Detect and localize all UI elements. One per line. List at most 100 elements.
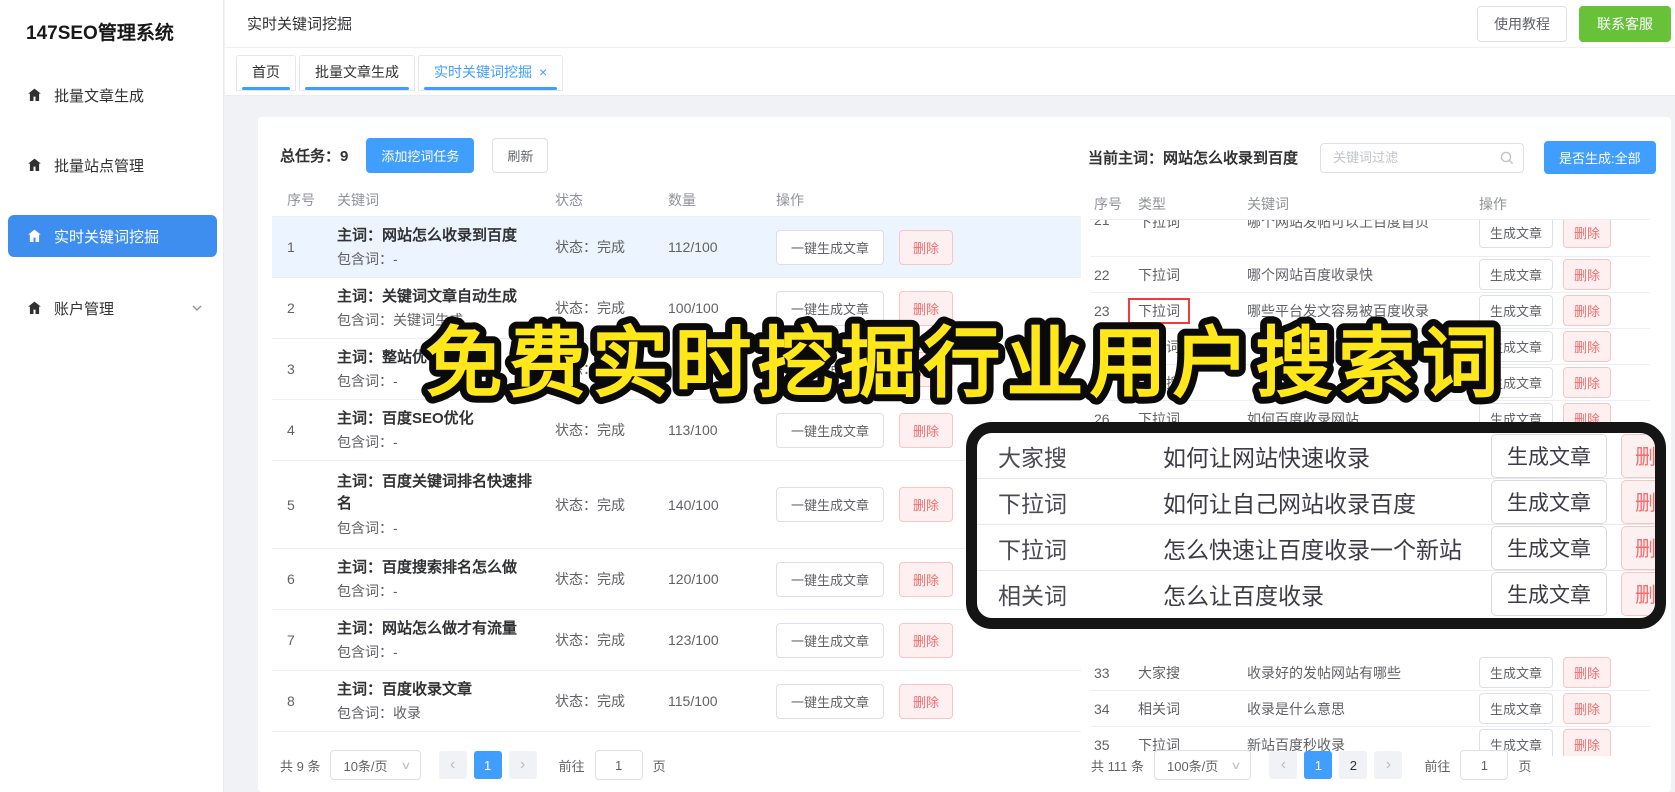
close-icon[interactable]: × bbox=[539, 64, 547, 80]
delete-button[interactable]: 删除 bbox=[1621, 433, 1655, 478]
generate-article-button[interactable]: 生成文章 bbox=[1479, 367, 1554, 398]
delete-button[interactable]: 删除 bbox=[1563, 729, 1612, 756]
contact-support-button[interactable]: 联系客服 bbox=[1579, 5, 1671, 42]
delete-button[interactable]: 删除 bbox=[899, 683, 954, 719]
generate-article-button[interactable]: 一键生成文章 bbox=[776, 561, 885, 597]
column-header: 序号 bbox=[1094, 196, 1122, 212]
delete-button[interactable]: 删除 bbox=[1563, 331, 1612, 362]
delete-button[interactable]: 删除 bbox=[1563, 220, 1612, 248]
page-button-1[interactable]: 1 bbox=[473, 751, 502, 779]
generate-filter-button[interactable]: 是否生成:全部 bbox=[1544, 141, 1656, 174]
prev-page-button[interactable]: ‹ bbox=[438, 751, 467, 779]
delete-button[interactable]: 删除 bbox=[1563, 693, 1612, 724]
generate-article-button[interactable]: 生成文章 bbox=[1479, 693, 1554, 724]
page-suffix: 页 bbox=[1518, 758, 1532, 774]
generate-article-button[interactable]: 生成文章 bbox=[1491, 479, 1607, 524]
generate-article-button[interactable]: 生成文章 bbox=[1479, 220, 1554, 248]
tasks-table: 序号 关键词 状态 数量 操作 1 主词：网站怎么收录到百度 包含词：- 状态：完… bbox=[272, 183, 1081, 732]
delete-button[interactable]: 删除 bbox=[899, 561, 954, 597]
generate-article-button[interactable]: 生成文章 bbox=[1491, 433, 1607, 478]
generate-article-button[interactable]: 一键生成文章 bbox=[776, 229, 885, 265]
column-header: 类型 bbox=[1138, 196, 1166, 212]
tutorial-button[interactable]: 使用教程 bbox=[1477, 5, 1567, 42]
tasks-pagination: 共 9 条 10条/页 ∨ ‹ 1 › 前往 页 bbox=[280, 750, 666, 780]
page-size-select[interactable]: 10条/页 ∨ bbox=[330, 750, 421, 780]
search-icon bbox=[1500, 151, 1514, 164]
home-icon bbox=[28, 158, 41, 171]
generate-article-button[interactable]: 一键生成文章 bbox=[776, 412, 885, 448]
sidebar-item-account[interactable]: 账户管理 bbox=[8, 287, 217, 329]
generate-article-button[interactable]: 一键生成文章 bbox=[776, 683, 885, 719]
generate-article-button[interactable]: 生成文章 bbox=[1479, 295, 1554, 326]
pagination-total: 共 111 条 bbox=[1091, 758, 1144, 774]
delete-button[interactable]: 删除 bbox=[899, 351, 954, 387]
task-row: 5 主词：百度关键词排名快速排名 包含词：- 状态：完成 140/100 一键生成… bbox=[272, 461, 1081, 549]
delete-button[interactable]: 删除 bbox=[1621, 479, 1655, 524]
tab-batch-article[interactable]: 批量文章生成 bbox=[299, 55, 415, 91]
keyword-row: 22 下拉词 哪个网站百度收录快 生成文章 删除 bbox=[1090, 257, 1650, 293]
delete-button[interactable]: 删除 bbox=[1621, 572, 1655, 616]
generate-article-button[interactable]: 生成文章 bbox=[1479, 259, 1554, 290]
goto-page-input[interactable] bbox=[1460, 750, 1509, 780]
callout-row: 相关词 怎么让百度收录 生成文章 删除 bbox=[977, 571, 1655, 617]
page-button-2[interactable]: 2 bbox=[1339, 751, 1368, 779]
tab-bar: 首页 批量文章生成 实时关键词挖掘 × bbox=[225, 48, 1675, 96]
generate-article-button[interactable]: 一键生成文章 bbox=[776, 622, 885, 658]
sidebar: 147SEO管理系统 批量文章生成 批量站点管理 实时关键词挖掘 账户管理 bbox=[0, 0, 224, 792]
delete-button[interactable]: 删除 bbox=[899, 290, 954, 326]
column-header: 操作 bbox=[1479, 196, 1507, 212]
sidebar-item-label: 实时关键词挖掘 bbox=[54, 228, 160, 246]
keyword-row: 24 下拉词 生成文章 删除 bbox=[1090, 329, 1650, 365]
home-icon bbox=[28, 301, 41, 314]
home-icon bbox=[28, 229, 41, 242]
next-page-button[interactable]: › bbox=[508, 751, 537, 779]
delete-button[interactable]: 删除 bbox=[1621, 525, 1655, 570]
sidebar-item-realtime-keywords[interactable]: 实时关键词挖掘 bbox=[8, 215, 217, 257]
home-icon bbox=[28, 88, 41, 101]
delete-button[interactable]: 删除 bbox=[1563, 295, 1612, 326]
tab-home[interactable]: 首页 bbox=[236, 55, 296, 91]
task-row: 1 主词：网站怎么收录到百度 包含词：- 状态：完成 112/100 一键生成文章… bbox=[272, 217, 1081, 278]
add-task-button[interactable]: 添加挖词任务 bbox=[366, 138, 475, 173]
next-page-button[interactable]: › bbox=[1374, 751, 1403, 779]
generate-article-button[interactable]: 生成文章 bbox=[1491, 572, 1607, 616]
sidebar-item-batch-article[interactable]: 批量文章生成 bbox=[8, 74, 217, 116]
column-header: 操作 bbox=[776, 191, 804, 208]
generate-article-button[interactable]: 一键生成文章 bbox=[776, 351, 885, 387]
column-header: 关键词 bbox=[1247, 196, 1289, 212]
delete-button[interactable]: 删除 bbox=[1563, 367, 1612, 398]
delete-button[interactable]: 删除 bbox=[1563, 657, 1612, 688]
delete-button[interactable]: 删除 bbox=[899, 412, 954, 448]
goto-label: 前往 bbox=[1424, 758, 1451, 774]
column-header: 关键词 bbox=[337, 191, 379, 208]
generate-article-button[interactable]: 生成文章 bbox=[1479, 331, 1554, 362]
generate-article-button[interactable]: 生成文章 bbox=[1491, 525, 1607, 570]
total-tasks-label: 总任务：9 bbox=[280, 148, 349, 165]
sidebar-item-label: 批量站点管理 bbox=[54, 157, 145, 175]
generate-article-button[interactable]: 一键生成文章 bbox=[776, 487, 885, 522]
task-row: 6 主词：百度搜索排名怎么做 包含词：- 状态：完成 120/100 一键生成文章… bbox=[272, 549, 1081, 610]
page-size-select[interactable]: 100条/页 ∨ bbox=[1153, 750, 1252, 780]
generate-article-button[interactable]: 一键生成文章 bbox=[776, 290, 885, 326]
delete-button[interactable]: 删除 bbox=[899, 487, 954, 522]
tab-label: 实时关键词挖掘 bbox=[434, 63, 532, 80]
keyword-filter-input[interactable] bbox=[1320, 142, 1524, 173]
keyword-row: 25 大家搜 生成文章 删除 bbox=[1090, 365, 1650, 401]
delete-button[interactable]: 删除 bbox=[899, 229, 954, 265]
task-row: 3 主词：整站优化 包含词：- 状态：完成 一键生成文章 删除 bbox=[272, 339, 1081, 400]
keyword-row: 34 相关词 收录是什么意思 生成文章 删除 bbox=[1090, 691, 1650, 727]
callout-row: 大家搜 如何让网站快速收录 生成文章 删除 bbox=[977, 433, 1655, 479]
type-highlight-box: 下拉词 bbox=[1128, 297, 1190, 324]
delete-button[interactable]: 删除 bbox=[899, 622, 954, 658]
tab-label: 批量文章生成 bbox=[315, 63, 399, 80]
page-button-1[interactable]: 1 bbox=[1304, 751, 1333, 779]
sidebar-item-batch-site[interactable]: 批量站点管理 bbox=[8, 144, 217, 186]
prev-page-button[interactable]: ‹ bbox=[1269, 751, 1298, 779]
delete-button[interactable]: 删除 bbox=[1563, 259, 1612, 290]
zoom-callout-box: 大家搜 如何让网站快速收录 生成文章 删除 下拉词 如何让自己网站收录百度 生成… bbox=[966, 422, 1666, 629]
refresh-button[interactable]: 刷新 bbox=[492, 138, 549, 173]
tab-realtime-keywords[interactable]: 实时关键词挖掘 × bbox=[418, 55, 564, 91]
goto-page-input[interactable] bbox=[594, 750, 643, 780]
generate-article-button[interactable]: 生成文章 bbox=[1479, 657, 1554, 688]
current-main-keyword: 当前主词：网站怎么收录到百度 bbox=[1088, 150, 1299, 167]
